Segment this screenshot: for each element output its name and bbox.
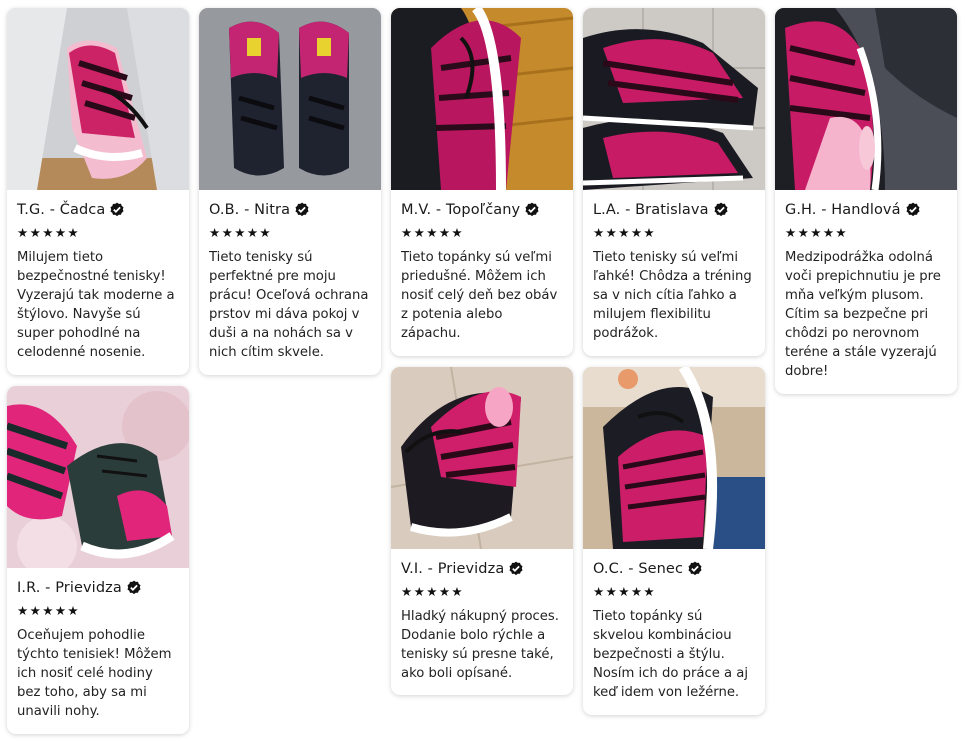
review-card: M.V. - Topoľčany ★★★★★ Tieto topánky sú … (391, 8, 573, 356)
review-text: Tieto tenisky sú veľmi ľahké! Chôdza a tr… (593, 250, 752, 341)
rating-stars: ★★★★★ (17, 603, 81, 618)
review-photo[interactable] (583, 8, 765, 190)
reviewer-name-text: O.C. - Senec (593, 561, 684, 577)
review-photo[interactable] (7, 386, 189, 568)
review-photo[interactable] (391, 8, 573, 190)
reviewer-name-text: L.A. - Bratislava (593, 202, 709, 218)
rating-stars: ★★★★★ (593, 225, 657, 240)
reviewer-name: L.A. - Bratislava (593, 201, 755, 219)
verified-check-icon (110, 202, 124, 217)
review-photo[interactable] (583, 367, 765, 549)
review-card: O.C. - Senec ★★★★★ Tieto topánky sú skvel… (583, 367, 765, 715)
review-photo[interactable] (199, 8, 381, 190)
review-photo[interactable] (7, 8, 189, 190)
review-text: Milujem tieto bezpečnostné tenisky! Vyzera… (17, 250, 175, 360)
review-text: Medzipodrážka odolná voči prepichnutiu je… (785, 250, 941, 379)
reviewer-name-text: V.I. - Prievidza (401, 561, 505, 577)
reviewer-name: V.I. - Prievidza (401, 560, 563, 578)
reviewer-name: O.B. - Nitra (209, 201, 371, 219)
rating-stars: ★★★★★ (401, 584, 465, 599)
review-photo[interactable] (391, 367, 573, 549)
rating-stars: ★★★★★ (209, 225, 273, 240)
review-text: Hladký nákupný proces. Dodanie bolo rýchl… (401, 609, 559, 681)
verified-check-icon (127, 580, 141, 595)
review-card: G.H. - Handlová ★★★★★ Medzipodrážka odol… (775, 8, 957, 394)
review-card: O.B. - Nitra ★★★★★ Tieto tenisky sú perfe… (199, 8, 381, 375)
review-text: Tieto topánky sú veľmi priedušné. Môžem i… (401, 250, 558, 341)
verified-check-icon (688, 561, 702, 576)
reviewer-name: M.V. - Topoľčany (401, 201, 563, 219)
reviewer-name: T.G. - Čadca (17, 201, 179, 219)
review-card: T.G. - Čadca ★★★★★ Milujem tieto bezpečno… (7, 8, 189, 375)
verified-check-icon (525, 202, 539, 217)
verified-check-icon (714, 202, 728, 217)
reviewer-name-text: G.H. - Handlová (785, 202, 901, 218)
reviewer-name: I.R. - Prievidza (17, 579, 179, 597)
review-text: Oceňujem pohodlie týchto tenisiek! Môžem i… (17, 628, 172, 719)
review-card: I.R. - Prievidza ★★★★★ Oceňujem pohodlie… (7, 386, 189, 734)
reviewer-name-text: O.B. - Nitra (209, 202, 291, 218)
verified-check-icon (295, 202, 309, 217)
review-text: Tieto topánky sú skvelou kombináciou bezpe… (593, 609, 749, 700)
rating-stars: ★★★★★ (785, 225, 849, 240)
rating-stars: ★★★★★ (17, 225, 81, 240)
verified-check-icon (509, 561, 523, 576)
reviewer-name-text: M.V. - Topoľčany (401, 202, 521, 218)
review-card: L.A. - Bratislava ★★★★★ Tieto tenisky sú… (583, 8, 765, 356)
reviewer-name-text: I.R. - Prievidza (17, 580, 122, 596)
review-photo[interactable] (775, 8, 957, 190)
reviewer-name-text: T.G. - Čadca (17, 202, 106, 218)
review-card: V.I. - Prievidza ★★★★★ Hladký nákupný pr… (391, 367, 573, 695)
rating-stars: ★★★★★ (593, 584, 657, 599)
review-text: Tieto tenisky sú perfektné pre moju prácu!… (209, 250, 369, 360)
reviewer-name: O.C. - Senec (593, 560, 755, 578)
rating-stars: ★★★★★ (401, 225, 465, 240)
reviewer-name: G.H. - Handlová (785, 201, 947, 219)
verified-check-icon (906, 202, 920, 217)
